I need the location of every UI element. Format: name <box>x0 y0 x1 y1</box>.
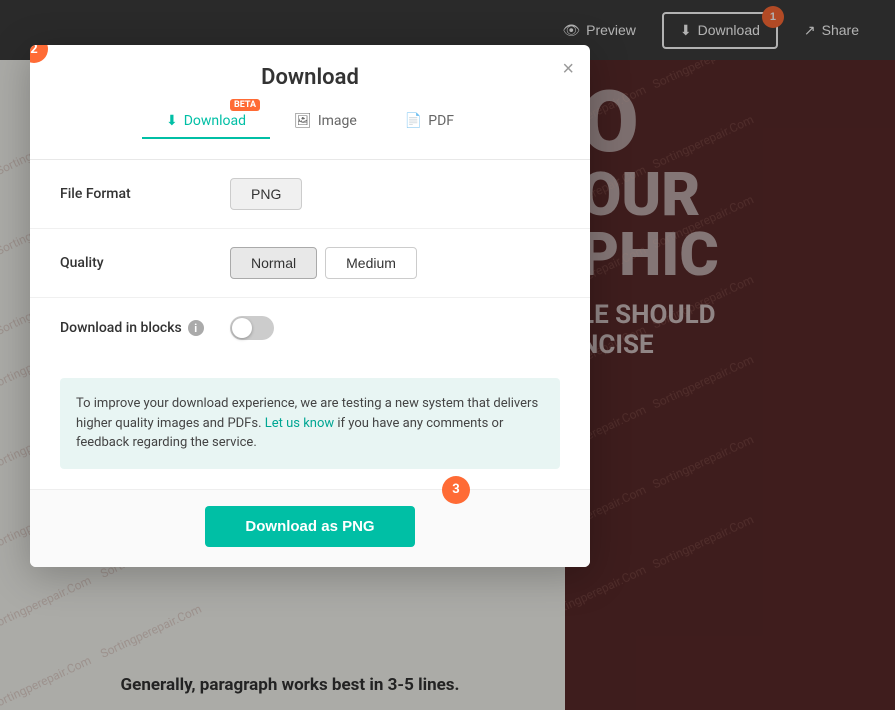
dialog-close-button[interactable]: × <box>562 59 574 79</box>
tab-download[interactable]: ⬇ Download BETA <box>142 105 270 139</box>
download-action-button[interactable]: Download as PNG <box>205 506 414 547</box>
file-format-row: File Format PNG <box>30 160 590 229</box>
tab-image[interactable]: 🖼 Image <box>270 105 381 139</box>
quality-medium-button[interactable]: Medium <box>325 247 417 279</box>
dialog-header: Download × ⬇ Download BETA 🖼 Image 📄 PDF <box>30 45 590 160</box>
quality-control: Normal Medium <box>230 247 560 279</box>
download-blocks-row: Download in blocks i <box>30 298 590 358</box>
quality-normal-button[interactable]: Normal <box>230 247 317 279</box>
download-blocks-toggle[interactable] <box>230 316 274 340</box>
download-dialog: 2 Download × ⬇ Download BETA 🖼 Image 📄 P… <box>30 45 590 567</box>
dialog-footer: 3 Download as PNG <box>30 489 590 567</box>
file-format-label: File Format <box>60 186 210 202</box>
quality-label: Quality <box>60 255 210 271</box>
download-blocks-label: Download in blocks i <box>60 320 210 336</box>
file-format-button[interactable]: PNG <box>230 178 302 210</box>
download-tab-icon: ⬇ <box>166 113 178 129</box>
image-tab-label: Image <box>318 113 357 129</box>
dialog-overlay: 2 Download × ⬇ Download BETA 🖼 Image 📄 P… <box>0 0 895 710</box>
image-tab-icon: 🖼 <box>294 113 312 129</box>
file-format-control: PNG <box>230 178 560 210</box>
download-tab-label: Download <box>184 113 246 129</box>
toggle-control <box>230 316 560 340</box>
pdf-tab-icon: 📄 <box>405 113 422 129</box>
pdf-tab-label: PDF <box>428 113 454 129</box>
toggle-knob <box>232 318 252 338</box>
info-icon[interactable]: i <box>188 320 204 336</box>
step-badge-3: 3 <box>442 476 470 504</box>
dialog-body: File Format PNG Quality Normal Medium Do… <box>30 160 590 469</box>
quality-row: Quality Normal Medium <box>30 229 590 298</box>
beta-badge: BETA <box>230 99 260 111</box>
info-link[interactable]: Let us know <box>265 416 334 431</box>
info-box: To improve your download experience, we … <box>60 378 560 469</box>
dialog-title: Download <box>50 65 570 90</box>
dialog-tabs: ⬇ Download BETA 🖼 Image 📄 PDF <box>50 105 570 139</box>
tab-pdf[interactable]: 📄 PDF <box>381 105 478 139</box>
